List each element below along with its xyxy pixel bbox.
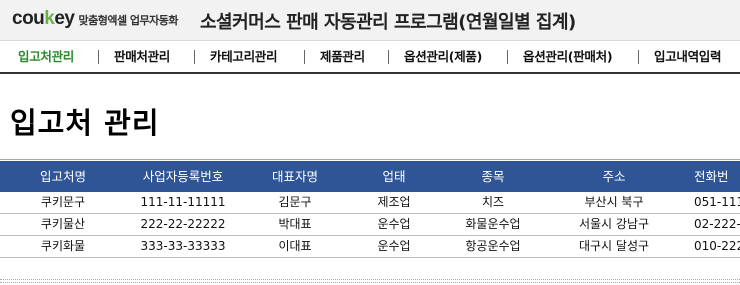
menu-divider	[507, 50, 508, 64]
column-header-phone[interactable]: 전화번	[680, 161, 740, 192]
menu-divider	[638, 50, 639, 64]
column-header-business-number[interactable]: 사업자등록번호	[126, 161, 240, 192]
menu-divider	[194, 50, 195, 64]
table-row-empty[interactable]	[0, 258, 740, 280]
table-header: 입고처명 사업자등록번호 대표자명 업태 종목 주소 전화번	[0, 161, 740, 192]
cell-business-number[interactable]: 222-22-22222	[126, 214, 240, 235]
app-title: 소셜커머스 판매 자동관리 프로그램(연월일별 집계)	[200, 12, 576, 33]
cell-business-number[interactable]: 333-33-33333	[126, 236, 240, 257]
cell-address[interactable]: 서울시 강남구	[548, 214, 680, 235]
cell-representative[interactable]: 김문구	[240, 192, 350, 213]
app-header: coukey 맞춤형엑셀 업무자동화 소셜커머스 판매 자동관리 프로그램(연월…	[0, 0, 740, 41]
cell-supplier-name[interactable]: 쿠키물산	[0, 214, 126, 235]
menu-seller-management[interactable]: 판매처관리	[114, 41, 170, 72]
menu-product-management[interactable]: 제품관리	[320, 41, 365, 72]
menu-option-seller[interactable]: 옵션관리(판매처)	[523, 41, 613, 72]
table-row[interactable]: 쿠키물산 222-22-22222 박대표 운수업 화물운수업 서울시 강남구 …	[0, 214, 740, 236]
column-header-business-type[interactable]: 업태	[350, 161, 438, 192]
cell-phone[interactable]: 010-222	[680, 236, 740, 257]
table-row[interactable]: 쿠키화물 333-33-33333 이대표 운수업 항공운수업 대구시 달성구 …	[0, 236, 740, 258]
cell-address[interactable]: 대구시 달성구	[548, 236, 680, 257]
page-title: 입고처 관리	[10, 106, 160, 140]
cell-representative[interactable]: 박대표	[240, 214, 350, 235]
grid-top-border	[0, 159, 740, 160]
cell-business-type[interactable]: 운수업	[350, 236, 438, 257]
coukey-logo: coukey 맞춤형엑셀 업무자동화	[12, 8, 179, 29]
menu-divider	[304, 50, 305, 64]
cell-business-number[interactable]: 111-11-11111	[126, 192, 240, 213]
column-header-business-item[interactable]: 종목	[438, 161, 548, 192]
cell-supplier-name[interactable]: 쿠키화물	[0, 236, 126, 257]
cell-representative[interactable]: 이대표	[240, 236, 350, 257]
cell-supplier-name[interactable]: 쿠키문구	[0, 192, 126, 213]
logo-subtitle: 맞춤형엑셀 업무자동화	[78, 14, 179, 27]
menu-divider	[388, 50, 389, 64]
cell-business-item[interactable]: 항공운수업	[438, 236, 548, 257]
column-header-address[interactable]: 주소	[548, 161, 680, 192]
cell-business-type[interactable]: 운수업	[350, 214, 438, 235]
menu-option-product[interactable]: 옵션관리(제품)	[404, 41, 482, 72]
menu-divider	[98, 50, 99, 64]
menu-stock-input[interactable]: 입고내역입력	[654, 41, 722, 72]
cell-phone[interactable]: 051-111	[680, 192, 740, 213]
column-header-representative[interactable]: 대표자명	[240, 161, 350, 192]
row-divider	[0, 282, 740, 283]
cell-phone[interactable]: 02-222-	[680, 214, 740, 235]
table-row[interactable]: 쿠키문구 111-11-11111 김문구 제조업 치즈 부산시 북구 051-…	[0, 192, 740, 214]
menu-category-management[interactable]: 카테고리관리	[210, 41, 278, 72]
main-menu: 입고처관리 판매처관리 카테고리관리 제품관리 옵션관리(제품) 옵션관리(판매…	[0, 41, 740, 74]
cell-business-type[interactable]: 제조업	[350, 192, 438, 213]
column-header-supplier-name[interactable]: 입고처명	[0, 161, 126, 192]
cell-business-item[interactable]: 화물운수업	[438, 214, 548, 235]
menu-supplier-management[interactable]: 입고처관리	[18, 41, 74, 72]
cell-business-item[interactable]: 치즈	[438, 192, 548, 213]
cell-address[interactable]: 부산시 북구	[548, 192, 680, 213]
